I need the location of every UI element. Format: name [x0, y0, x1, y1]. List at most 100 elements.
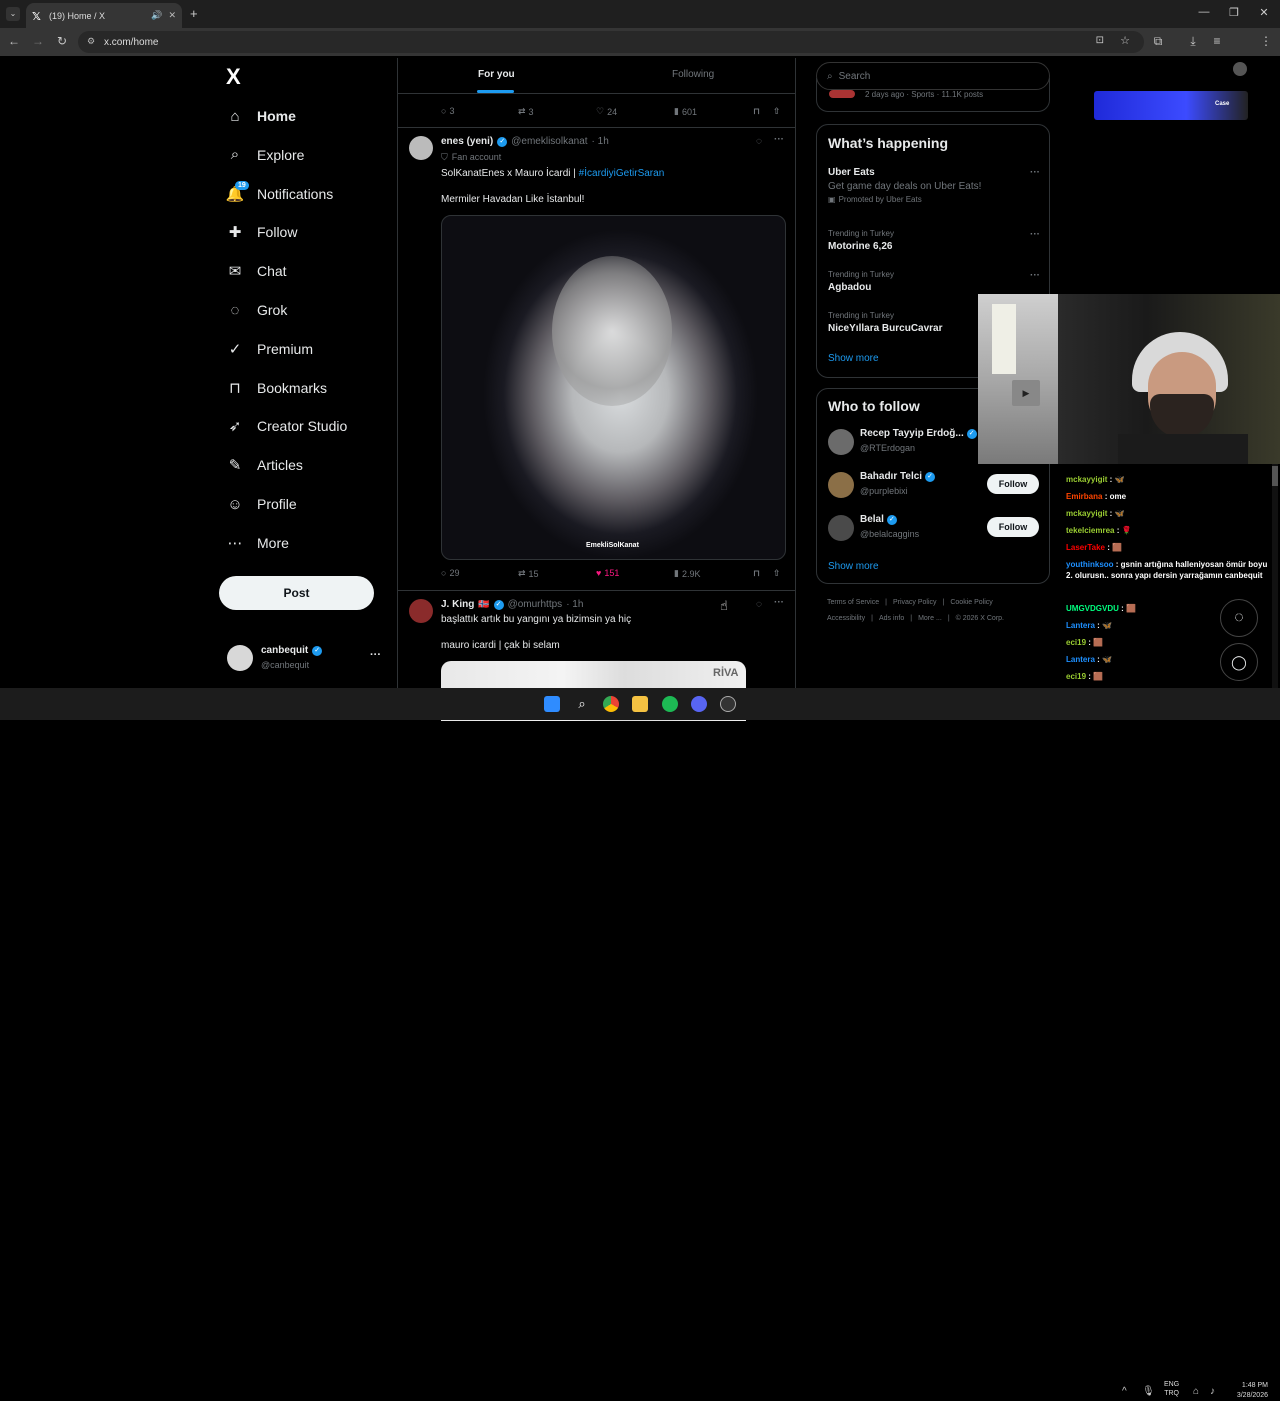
reload-icon[interactable]: ↻: [54, 34, 70, 48]
footer-link[interactable]: © 2026 X Corp.: [956, 615, 1004, 622]
grok-fab-icon[interactable]: ◌: [1220, 599, 1258, 637]
tweet-more-icon[interactable]: ···: [774, 134, 784, 145]
nav-item-chat[interactable]: ✉ Chat: [226, 257, 287, 285]
extensions-icon[interactable]: ⧉: [1150, 34, 1166, 49]
windows-start-icon[interactable]: [544, 696, 560, 712]
trend-more-icon[interactable]: ···: [1030, 270, 1040, 281]
tab-for-you[interactable]: For you: [478, 69, 515, 80]
repost-button[interactable]: ⇄ 3: [518, 106, 534, 117]
star-icon[interactable]: ☆: [1120, 34, 1130, 47]
volume-icon[interactable]: ♪: [1210, 1386, 1215, 1397]
minimize-icon[interactable]: —: [1196, 6, 1212, 18]
nav-item-home[interactable]: ⌂ Home: [226, 102, 295, 130]
tab-following[interactable]: Following: [672, 69, 714, 80]
tweet-avatar[interactable]: [409, 136, 433, 160]
speaker-icon[interactable]: 🔊: [151, 10, 162, 21]
taskbar-search-icon[interactable]: ⌕: [574, 696, 590, 712]
promo-more-icon[interactable]: ···: [1030, 167, 1040, 178]
app-icon[interactable]: [720, 696, 736, 712]
messages-fab-icon[interactable]: ◯: [1220, 643, 1258, 681]
network-icon[interactable]: ⌂: [1193, 1386, 1199, 1397]
share-button[interactable]: ⇧: [773, 106, 781, 117]
nav-item-more[interactable]: ⋯ More: [226, 529, 289, 557]
download-icon[interactable]: ⤓: [1185, 34, 1201, 49]
nav-item-articles[interactable]: ✎ Articles: [226, 451, 303, 479]
forward-icon[interactable]: →: [30, 34, 46, 48]
install-icon[interactable]: ⊡: [1096, 35, 1104, 46]
trend-item[interactable]: Trending in Turkey Motorine 6,26 ···: [828, 229, 1040, 252]
tweet-hashtag[interactable]: #İcardiyiGetirSaran: [579, 168, 665, 179]
nav-item-premium[interactable]: ✓ Premium: [226, 335, 313, 363]
share-button[interactable]: ⇧: [773, 568, 781, 579]
reply-button[interactable]: ○ 29: [441, 568, 459, 578]
tweet-time[interactable]: · 1h: [566, 599, 583, 610]
chrome-icon[interactable]: [603, 696, 619, 712]
reply-button[interactable]: ○ 3: [441, 106, 454, 116]
views-button[interactable]: ▮ 601: [674, 106, 697, 117]
tweet[interactable]: enes (yeni) ✓ @emeklisolkanat · 1h ◌ ···…: [398, 128, 796, 588]
nav-item-notifications[interactable]: 🔔 19 Notifications: [226, 180, 333, 208]
tab-close-icon[interactable]: ✕: [168, 10, 176, 21]
like-button[interactable]: ♡ 24: [596, 106, 617, 117]
bookmark-button[interactable]: ⊓: [753, 568, 760, 579]
file-explorer-icon[interactable]: [632, 696, 648, 712]
nav-item-creator-studio[interactable]: ➶ Creator Studio: [226, 412, 348, 440]
nav-item-bookmarks[interactable]: ⊓ Bookmarks: [226, 374, 327, 402]
show-more-trends[interactable]: Show more: [828, 353, 879, 364]
footer-link[interactable]: Terms of Service: [827, 599, 879, 606]
bookmark-button[interactable]: ⊓: [753, 106, 760, 117]
grok-icon[interactable]: ◌: [756, 136, 762, 147]
tweet-more-icon[interactable]: ···: [774, 597, 784, 608]
restore-icon[interactable]: ❐: [1226, 6, 1242, 19]
tweet-video[interactable]: EmekliSolKanat: [441, 215, 786, 560]
nav-item-explore[interactable]: ⌕ Explore: [226, 141, 305, 169]
show-more-follows[interactable]: Show more: [828, 561, 879, 572]
media-icon[interactable]: ≡: [1209, 34, 1225, 48]
repost-button[interactable]: ⇄ 15: [518, 568, 539, 579]
spotify-icon[interactable]: [662, 696, 678, 712]
mic-icon[interactable]: 🎙: [1142, 1386, 1155, 1397]
footer-link[interactable]: Privacy Policy: [893, 599, 937, 606]
trend-more-icon[interactable]: ···: [1030, 229, 1040, 240]
clock-date[interactable]: 3/28/2026: [1230, 1391, 1268, 1401]
tweet-avatar[interactable]: [409, 599, 433, 623]
url-bar[interactable]: ⚙ x.com/home ⊡ ☆: [78, 31, 1144, 53]
trend-item[interactable]: Trending in Turkey Agbadou ···: [828, 270, 1040, 293]
tray-chevron-icon[interactable]: ^: [1122, 1386, 1127, 1397]
tweet-time[interactable]: · 1h: [592, 136, 609, 147]
footer-link[interactable]: Accessibility: [827, 615, 865, 622]
clock-time[interactable]: 1:48 PM: [1230, 1381, 1268, 1391]
follow-button[interactable]: Follow: [987, 474, 1039, 494]
discord-icon[interactable]: [691, 696, 707, 712]
scrollbar-thumb[interactable]: [1272, 466, 1278, 486]
account-more-icon[interactable]: ···: [370, 649, 381, 661]
profile-avatar[interactable]: [1233, 62, 1247, 76]
post-button[interactable]: Post: [219, 576, 374, 610]
browser-tab[interactable]: 𝕏 (19) Home / X 🔊 ✕: [26, 3, 182, 28]
views-button[interactable]: ▮ 2.9K: [674, 568, 700, 579]
tweet-author-name[interactable]: J. King: [441, 599, 474, 610]
account-switcher[interactable]: canbequit ✓ @canbequit ···: [227, 643, 387, 675]
follow-button[interactable]: Follow: [987, 517, 1039, 537]
menu-icon[interactable]: ⋮: [1258, 34, 1274, 48]
nav-item-follow[interactable]: ✚ Follow: [226, 218, 298, 246]
footer-link[interactable]: Ads info: [879, 615, 904, 622]
x-logo[interactable]: X: [226, 64, 241, 90]
tweet-handle[interactable]: @emeklisolkanat: [511, 136, 587, 147]
promo-item[interactable]: Uber Eats Get game day deals on Uber Eat…: [828, 167, 1040, 211]
nav-item-profile[interactable]: ☺ Profile: [226, 490, 296, 518]
like-button[interactable]: ♥ 151: [596, 568, 619, 578]
new-tab-icon[interactable]: +: [190, 6, 198, 21]
footer-link[interactable]: Cookie Policy: [950, 599, 992, 606]
footer-link[interactable]: More ...: [918, 615, 942, 622]
chat-scrollbar[interactable]: [1272, 464, 1278, 688]
back-icon[interactable]: ←: [6, 34, 22, 48]
tweet-author-name[interactable]: enes (yeni): [441, 136, 493, 147]
grok-icon[interactable]: ◌: [756, 599, 762, 610]
follow-suggestion[interactable]: Belal ✓ @belalcaggins Follow: [817, 513, 1049, 553]
site-info-icon[interactable]: ⚙: [87, 36, 95, 47]
window-close-icon[interactable]: ✕: [1256, 6, 1272, 19]
tab-search-icon[interactable]: ⌄: [6, 7, 20, 21]
nav-item-grok[interactable]: ◌ Grok: [226, 296, 288, 324]
follow-suggestion[interactable]: Bahadır Telci ✓ @purplebixi Follow: [817, 470, 1049, 510]
